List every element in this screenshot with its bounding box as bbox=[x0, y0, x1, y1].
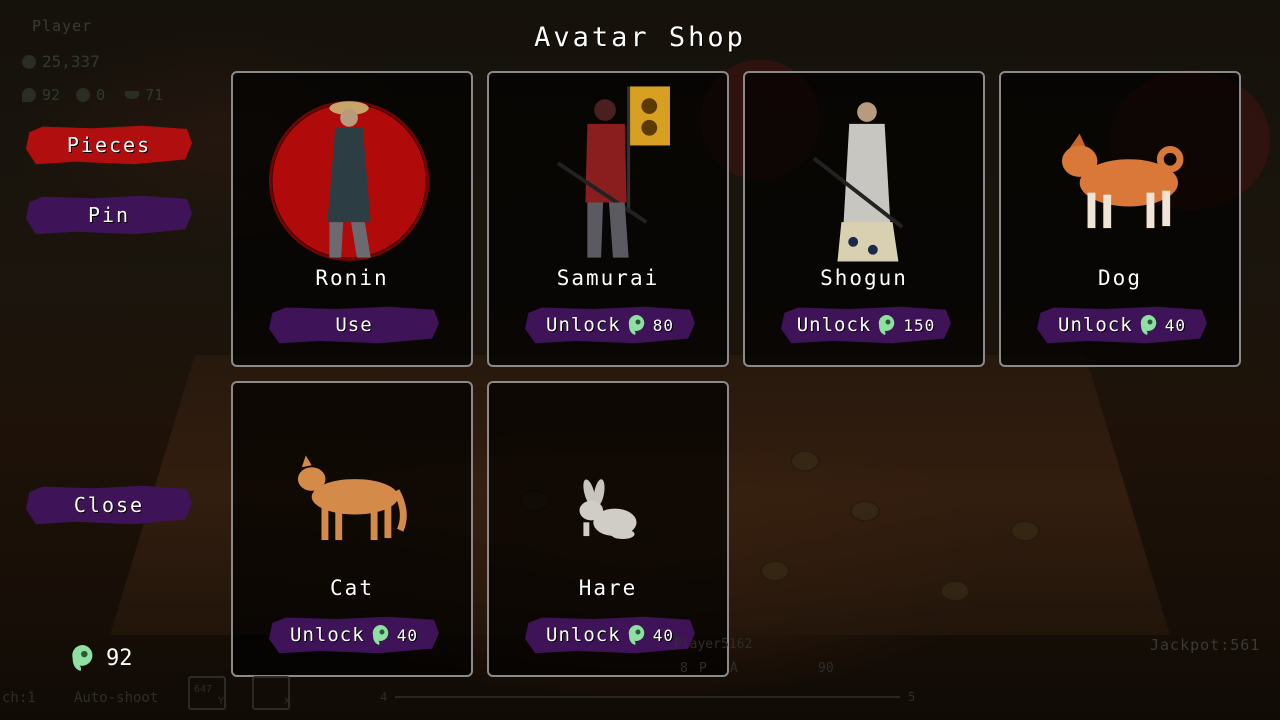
auto-shoot-label[interactable]: Auto-shoot bbox=[74, 690, 158, 706]
y-key-button[interactable]: 647 Y bbox=[188, 676, 226, 710]
avatar-name: Samurai bbox=[556, 266, 660, 290]
unlock-button[interactable]: Unlock 40 bbox=[269, 616, 439, 654]
unlock-button[interactable]: Unlock 40 bbox=[1037, 306, 1207, 344]
channel-label: ch:1 bbox=[2, 690, 36, 706]
samurai-avatar-image bbox=[556, 86, 670, 258]
magatama-gem-icon bbox=[72, 644, 93, 671]
opponent-name: Player5162 bbox=[674, 637, 753, 652]
coin-count: 25,337 bbox=[42, 52, 100, 71]
opponent-gems: 90 bbox=[818, 661, 834, 676]
unlock-button[interactable]: Unlock 40 bbox=[525, 616, 695, 654]
player-marker-p: P bbox=[699, 661, 707, 676]
background-coin bbox=[1010, 520, 1040, 542]
avatar-card-dog[interactable]: Dog Unlock 40 bbox=[999, 71, 1241, 367]
avatar-name: Dog bbox=[1098, 266, 1142, 290]
x-key-button[interactable]: X bbox=[252, 676, 290, 710]
button-label: Unlock bbox=[290, 624, 365, 646]
background-coin bbox=[760, 560, 790, 582]
magatama-gem-icon bbox=[628, 314, 644, 335]
pin-button[interactable]: Pin bbox=[26, 195, 192, 235]
item-c-count: 71 bbox=[145, 86, 164, 104]
button-label: Use bbox=[335, 314, 373, 336]
magatama-gem-icon bbox=[628, 624, 644, 645]
opponent-coins: 8 bbox=[680, 661, 688, 676]
ronin-avatar-image bbox=[268, 100, 430, 262]
use-button[interactable]: Use bbox=[269, 306, 439, 344]
avatar-card-shogun[interactable]: Shogun Unlock 150 bbox=[743, 71, 985, 367]
shop-title: Avatar Shop bbox=[534, 22, 746, 53]
coin-icon bbox=[22, 54, 36, 69]
avatar-card-cat[interactable]: Cat Unlock 40 bbox=[231, 381, 473, 677]
button-label: Unlock bbox=[546, 624, 621, 646]
avatar-name: Shogun bbox=[820, 266, 908, 290]
y-key-label: Y bbox=[218, 696, 225, 707]
gem-count: 92 bbox=[42, 86, 61, 104]
dog-avatar-image bbox=[1061, 133, 1184, 229]
button-label: Unlock bbox=[546, 314, 621, 336]
avatar-card-ronin[interactable]: Ronin Use bbox=[231, 71, 473, 367]
gem-balance-count: 92 bbox=[106, 645, 133, 671]
bowl-icon bbox=[125, 91, 140, 99]
background-coin bbox=[940, 580, 970, 602]
y-key-value: 647 bbox=[194, 684, 213, 695]
gem-balance: 92 bbox=[70, 641, 133, 675]
avatar-name: Cat bbox=[330, 576, 374, 600]
avatar-card-hare[interactable]: Hare Unlock 40 bbox=[487, 381, 729, 677]
slider-max-label: 5 bbox=[908, 690, 916, 704]
hare-avatar-image bbox=[579, 479, 637, 540]
button-label: Unlock bbox=[796, 314, 872, 336]
player-marker-a: A bbox=[730, 661, 738, 676]
background-coin bbox=[790, 450, 820, 472]
coin-counter: 25,337 bbox=[22, 52, 100, 71]
item-b-count: 0 bbox=[96, 86, 106, 104]
price: 40 bbox=[1164, 315, 1186, 335]
x-key-label: X bbox=[284, 696, 291, 707]
avatar-name: Hare bbox=[578, 576, 638, 600]
avatar-name: Ronin bbox=[315, 266, 389, 290]
price: 40 bbox=[396, 625, 418, 645]
inventory-counters: 92 0 71 bbox=[22, 86, 163, 104]
shogun-avatar-image bbox=[812, 102, 904, 262]
magatama-gem-icon bbox=[372, 624, 388, 645]
avatar-card-samurai[interactable]: Samurai Unlock 80 bbox=[487, 71, 729, 367]
button-label: Unlock bbox=[1058, 314, 1133, 336]
price: 80 bbox=[652, 315, 674, 335]
pieces-button[interactable]: Pieces bbox=[26, 125, 192, 165]
magatama-gem-icon bbox=[879, 314, 895, 335]
unlock-button[interactable]: Unlock 80 bbox=[525, 306, 695, 344]
cat-avatar-image bbox=[297, 455, 407, 541]
unlock-button[interactable]: Unlock 150 bbox=[781, 306, 951, 344]
price: 150 bbox=[903, 315, 936, 335]
daruma-icon bbox=[76, 88, 91, 102]
background-coin bbox=[850, 500, 880, 522]
power-slider[interactable] bbox=[395, 696, 900, 698]
jackpot-label: Jackpot:561 bbox=[1150, 636, 1261, 654]
slider-min-label: 4 bbox=[380, 690, 388, 704]
magatama-gem-icon bbox=[1140, 314, 1156, 335]
magatama-gem-icon bbox=[22, 88, 36, 102]
price: 40 bbox=[652, 625, 674, 645]
close-button[interactable]: Close bbox=[26, 485, 192, 525]
